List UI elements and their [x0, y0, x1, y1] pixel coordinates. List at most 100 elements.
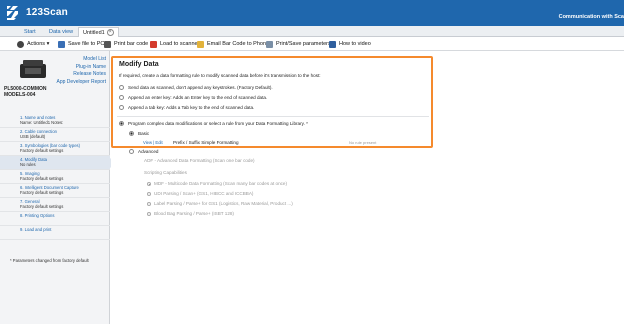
- main-content: Modify Data If required, create a data f…: [111, 51, 624, 324]
- option-send-as-scanned[interactable]: Send data as scanned, don't append any k…: [119, 85, 273, 90]
- changed-parameters-legend: * Parameters changed from factory defaul…: [10, 258, 89, 263]
- option-basic[interactable]: Basic: [129, 131, 149, 136]
- option-advanced[interactable]: Advanced: [129, 149, 158, 154]
- option-label: Send data as scanned, don't append any k…: [128, 85, 273, 90]
- udi-parsing-option[interactable]: UDI Parsing / Scan+ (GS1, HIBCC and ICCB…: [147, 191, 253, 196]
- radio-button[interactable]: [147, 201, 151, 206]
- step-subtitle: No rules: [20, 162, 36, 167]
- option-label: Label Parsing / Parse+ for GS1 (Logistic…: [154, 201, 293, 206]
- scanner-icon: [150, 40, 157, 48]
- release-notes-link[interactable]: Release Notes: [57, 71, 106, 79]
- tab-untitled1[interactable]: Untitled1 ×: [78, 27, 119, 37]
- step-subtitle: USB (default): [20, 134, 46, 139]
- print-icon: [104, 40, 111, 48]
- sidebar: Model List Plug-in Name Release Notes Ap…: [0, 51, 116, 324]
- page-description: If required, create a data formatting ru…: [119, 73, 321, 78]
- label-parsing-option[interactable]: Label Parsing / Parse+ for GS1 (Logistic…: [147, 201, 293, 206]
- radio-button-selected[interactable]: [147, 181, 151, 186]
- adf-option[interactable]: ADF - Advanced Data Formatting (Scan one…: [144, 158, 255, 163]
- close-icon[interactable]: ×: [106, 29, 114, 37]
- option-append-tab[interactable]: Append a tab key: Adds a Tab key to the …: [119, 105, 254, 110]
- model-list-link[interactable]: Model List: [57, 56, 106, 64]
- device-model: PL5000-COMMON MODELS-004: [4, 86, 47, 98]
- page-title: Modify Data: [119, 61, 159, 68]
- option-label: UDI Parsing / Scan+ (GS1, HIBCC and ICCB…: [154, 191, 254, 196]
- device-links: Model List Plug-in Name Release Notes Ap…: [57, 56, 106, 86]
- email-bar-code-button[interactable]: Email Bar Code to Phone: [197, 39, 269, 49]
- how-to-video-button[interactable]: How to video: [329, 39, 371, 49]
- step-subtitle: Name: Untitled1 Notes:: [20, 120, 64, 125]
- tab-label: Start: [24, 29, 36, 35]
- option-label: Append a tab key: Adds a Tab key to the …: [128, 105, 255, 110]
- app-title: 123Scan: [26, 7, 68, 18]
- zebra-logo-icon: [7, 6, 18, 20]
- email-icon: [197, 40, 204, 48]
- print-bar-code-button[interactable]: Print bar code: [104, 39, 148, 49]
- step-general[interactable]: 7. General Factory default settings: [0, 198, 110, 212]
- tab-start[interactable]: Start: [20, 27, 40, 37]
- step-subtitle: Factory default settings: [20, 204, 64, 209]
- divider: [117, 116, 429, 117]
- rule-name: Prefix / Suffix Simple Formatting: [173, 140, 239, 145]
- blood-bag-parsing-option[interactable]: Blood Bag Parsing / Parse+ (ISBT 128): [147, 211, 234, 216]
- option-label: MDF - Multicode Data Formatting (Scan ma…: [154, 181, 288, 186]
- steps-list: 1. Name and notes Name: Untitled1 Notes: …: [0, 114, 116, 240]
- radio-button[interactable]: [147, 211, 151, 216]
- toolbar-label: Print/Save parameters: [276, 41, 331, 47]
- step-subtitle: Factory default settings: [20, 176, 64, 181]
- option-label: Basic: [138, 131, 150, 136]
- toolbar-label: Print bar code: [114, 41, 149, 47]
- step-subtitle: Factory default settings: [20, 190, 64, 195]
- document-icon: [266, 40, 273, 48]
- step-modify-data[interactable]: 4. Modify Data No rules: [0, 156, 116, 170]
- app-developer-report-link[interactable]: App Developer Report: [57, 79, 106, 87]
- toolbar-label: Load to scanner: [160, 41, 200, 47]
- view-edit-link[interactable]: View | Edit: [143, 140, 163, 145]
- radio-button[interactable]: [119, 105, 124, 110]
- print-save-parameters-button[interactable]: Print/Save parameters: [266, 39, 331, 49]
- radio-button-selected[interactable]: [129, 131, 134, 136]
- step-subtitle: Factory default settings: [20, 148, 64, 153]
- option-label: Append an enter key: Adds an Enter key t…: [128, 95, 268, 100]
- toolbar-label: Actions ▾: [27, 41, 50, 47]
- step-load-and-print[interactable]: 9. Load and print: [0, 226, 110, 240]
- actions-menu-button[interactable]: Actions ▾: [17, 39, 49, 49]
- mdf-option[interactable]: MDF - Multicode Data Formatting (Scan ma…: [147, 181, 287, 186]
- toolbar-label: Save file to PC: [68, 41, 105, 47]
- option-label: Advanced: [138, 149, 159, 154]
- rule-status: No rule present: [349, 140, 377, 145]
- gear-icon: [17, 40, 24, 48]
- video-icon: [329, 40, 336, 48]
- radio-button[interactable]: [147, 191, 151, 196]
- step-name-and-notes[interactable]: 1. Name and notes Name: Untitled1 Notes:: [0, 114, 110, 128]
- option-program-complex[interactable]: Program complex data modifications or se…: [119, 121, 308, 126]
- radio-button[interactable]: [119, 95, 124, 100]
- plug-in-name-link[interactable]: Plug-in Name: [57, 64, 106, 72]
- step-imaging[interactable]: 5. Imaging Factory default settings: [0, 170, 110, 184]
- toolbar-label: Email Bar Code to Phone: [207, 41, 270, 47]
- option-label: Blood Bag Parsing / Parse+ (ISBT 128): [154, 211, 234, 216]
- tab-bar: Start Data view Untitled1 ×: [0, 26, 624, 37]
- app-window: 123Scan Communication with Sca Start Dat…: [0, 0, 624, 324]
- step-title: 9. Load and print: [20, 227, 52, 232]
- save-icon: [58, 40, 65, 48]
- model-line: MODELS-004: [4, 91, 36, 98]
- radio-button[interactable]: [129, 149, 134, 154]
- communication-label: Communication with Sca: [558, 14, 624, 20]
- tab-data-view[interactable]: Data view: [45, 27, 77, 37]
- radio-button[interactable]: [119, 85, 124, 90]
- step-title: 8. Printing Options: [20, 213, 55, 218]
- step-printing-options[interactable]: 8. Printing Options: [0, 212, 110, 226]
- step-symbologies[interactable]: 3. Symbologies (bar code types) Factory d…: [0, 142, 110, 156]
- step-cable-connection[interactable]: 2. Cable connection USB (default): [0, 128, 110, 142]
- tab-label: Untitled1: [83, 30, 105, 36]
- radio-button-selected[interactable]: [119, 121, 124, 126]
- scanner-device-image: [20, 60, 46, 78]
- option-append-enter[interactable]: Append an enter key: Adds an Enter key t…: [119, 95, 267, 100]
- tab-label: Data view: [49, 29, 74, 35]
- step-intelligent-document-capture[interactable]: 6. Intelligent Document Capture Factory d…: [0, 184, 110, 198]
- load-to-scanner-button[interactable]: Load to scanner: [150, 39, 199, 49]
- toolbar-label: How to video: [339, 41, 371, 47]
- save-file-button[interactable]: Save file to PC: [58, 39, 104, 49]
- modify-data-panel: Modify Data If required, create a data f…: [111, 56, 433, 148]
